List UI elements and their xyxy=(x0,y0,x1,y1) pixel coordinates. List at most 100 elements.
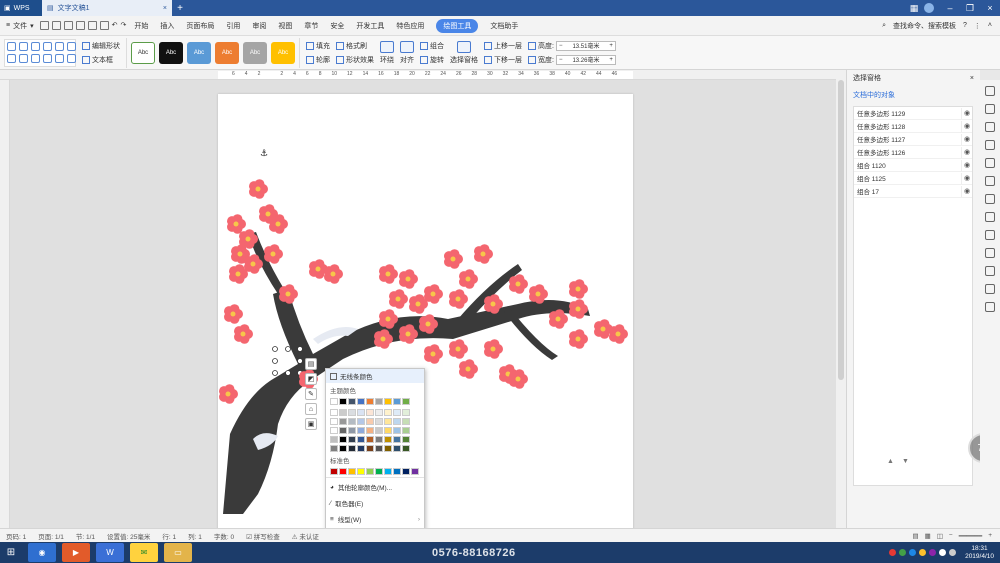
color-swatch[interactable] xyxy=(348,427,356,434)
plum-blossom[interactable] xyxy=(389,289,408,309)
shape-rect-icon[interactable] xyxy=(67,53,76,63)
color-swatch[interactable] xyxy=(348,445,356,452)
user-account[interactable] xyxy=(924,3,934,13)
shape-line-icon[interactable] xyxy=(19,41,28,51)
align-button[interactable]: 对齐 xyxy=(400,40,414,65)
object-list-item[interactable]: 任意多边形 1127 ◉ xyxy=(854,133,972,146)
color-swatch[interactable] xyxy=(348,418,356,425)
color-swatch[interactable] xyxy=(339,436,347,443)
color-swatch[interactable] xyxy=(357,427,365,434)
plum-blossom[interactable] xyxy=(234,324,253,344)
plum-blossom[interactable] xyxy=(249,179,268,199)
image-icon[interactable] xyxy=(985,284,995,294)
fill-button[interactable]: 填充 xyxy=(306,41,330,51)
color-swatch[interactable] xyxy=(339,445,347,452)
tab-doc-assistant[interactable]: 文档助手 xyxy=(490,21,518,31)
shape-line-icon[interactable] xyxy=(7,41,16,51)
eyedropper-item[interactable]: ⁄ 取色器(E) xyxy=(326,495,424,511)
plum-blossom[interactable] xyxy=(379,264,398,284)
layout-icon[interactable]: ▦ xyxy=(904,0,924,16)
color-swatch[interactable] xyxy=(357,418,365,425)
color-swatch[interactable] xyxy=(393,445,401,452)
color-swatch[interactable] xyxy=(366,418,374,425)
height-increase-icon[interactable]: + xyxy=(609,43,613,49)
redo-icon[interactable]: ↷ xyxy=(120,21,126,30)
object-list-item[interactable]: 任意多边形 1126 ◉ xyxy=(854,146,972,159)
close-tab-icon[interactable]: × xyxy=(163,5,167,12)
color-swatch[interactable] xyxy=(411,468,419,475)
color-swatch[interactable] xyxy=(357,445,365,452)
vertical-scrollbar[interactable] xyxy=(836,70,846,528)
plum-blossom[interactable] xyxy=(509,369,528,389)
spell-check-toggle[interactable]: ☑ 拼写检查 xyxy=(246,531,280,541)
zoom-in-icon[interactable]: + xyxy=(988,532,992,540)
plum-blossom[interactable] xyxy=(324,264,343,284)
web-view-icon[interactable]: ◫ xyxy=(937,532,943,540)
color-swatch[interactable] xyxy=(384,445,392,452)
color-swatch[interactable] xyxy=(375,418,383,425)
tray-app-icon[interactable] xyxy=(889,549,897,556)
object-list-item[interactable]: 任意多边形 1128 ◉ xyxy=(854,120,972,133)
document-tab[interactable]: ▤ 文字文稿1 × xyxy=(42,0,172,16)
file-menu[interactable]: ≡ 文件 ▾ xyxy=(0,21,40,31)
tray-app-icon[interactable] xyxy=(899,549,907,556)
color-swatch[interactable] xyxy=(384,436,392,443)
color-swatch[interactable] xyxy=(375,398,383,405)
object-list-item[interactable]: 组合 1125 ◉ xyxy=(854,172,972,185)
color-swatch[interactable] xyxy=(402,445,410,452)
lock-icon[interactable] xyxy=(985,158,995,168)
color-swatch[interactable] xyxy=(357,409,365,416)
taskbar-wps[interactable]: W xyxy=(96,543,124,562)
zoom-slider[interactable]: ━━━━━━ xyxy=(959,532,982,540)
color-swatch[interactable] xyxy=(402,427,410,434)
width-decrease-icon[interactable]: − xyxy=(559,57,563,63)
color-swatch[interactable] xyxy=(384,427,392,434)
color-swatch[interactable] xyxy=(375,445,383,452)
shape-rect-icon[interactable] xyxy=(7,53,16,63)
line-type-item[interactable]: ≡ 线型(W) › xyxy=(326,511,424,527)
shape-style-4[interactable]: Abc xyxy=(215,41,239,64)
color-swatch[interactable] xyxy=(375,436,383,443)
width-input[interactable]: − 13.26毫米 + xyxy=(555,54,616,65)
color-swatch[interactable] xyxy=(357,468,365,475)
help-circle-icon[interactable] xyxy=(985,212,995,222)
edit-shape-button[interactable]: 编辑形状 xyxy=(82,41,120,51)
plum-blossom[interactable] xyxy=(569,329,588,349)
group-button[interactable]: 组合 xyxy=(420,41,444,51)
color-swatch[interactable] xyxy=(357,436,365,443)
select-arrow-icon[interactable] xyxy=(985,104,995,114)
eye-icon[interactable]: ◉ xyxy=(961,120,972,132)
tab-references[interactable]: 引用 xyxy=(226,21,240,31)
color-swatch[interactable] xyxy=(330,445,338,452)
network-icon[interactable] xyxy=(939,549,947,556)
color-swatch[interactable] xyxy=(330,398,338,405)
color-swatch[interactable] xyxy=(339,409,347,416)
color-swatch[interactable] xyxy=(348,398,356,405)
taskbar-chat[interactable]: ✉ xyxy=(130,543,158,562)
volume-icon[interactable] xyxy=(949,549,957,556)
plum-blossom[interactable] xyxy=(219,384,238,404)
horizontal-ruler[interactable]: 6 4 2 2 4 6 8 10 12 14 16 18 20 22 24 26 28 30 32 34 36 38 40 4… xyxy=(0,70,838,80)
color-swatch[interactable] xyxy=(402,398,410,405)
tab-security[interactable]: 安全 xyxy=(330,21,344,31)
plum-blossom[interactable] xyxy=(474,244,493,264)
print-icon[interactable] xyxy=(87,21,97,30)
wps-home-tab[interactable]: ▣ WPS xyxy=(0,0,42,16)
copy-icon[interactable] xyxy=(985,176,995,186)
taskbar-browser[interactable]: ◉ xyxy=(28,543,56,562)
open-folder-icon[interactable] xyxy=(51,21,61,30)
restore-button[interactable]: ❐ xyxy=(960,0,980,16)
document-page[interactable]: ⚓ xyxy=(218,94,633,528)
eye-icon[interactable]: ◉ xyxy=(961,133,972,145)
tab-page-layout[interactable]: 页面布局 xyxy=(186,21,214,31)
color-swatch[interactable] xyxy=(375,468,383,475)
star-icon[interactable] xyxy=(985,194,995,204)
system-clock[interactable]: 18:31 2019/4/10 xyxy=(965,545,994,561)
list-icon[interactable] xyxy=(985,248,995,258)
color-swatch[interactable] xyxy=(393,427,401,434)
outline-pen-icon[interactable]: ✎ xyxy=(305,388,317,400)
object-list-item[interactable]: 组合 17 ◉ xyxy=(854,185,972,198)
shape-rect-icon[interactable] xyxy=(31,53,40,63)
shape-line-icon[interactable] xyxy=(31,41,40,51)
shape-line-icon[interactable] xyxy=(67,41,76,51)
